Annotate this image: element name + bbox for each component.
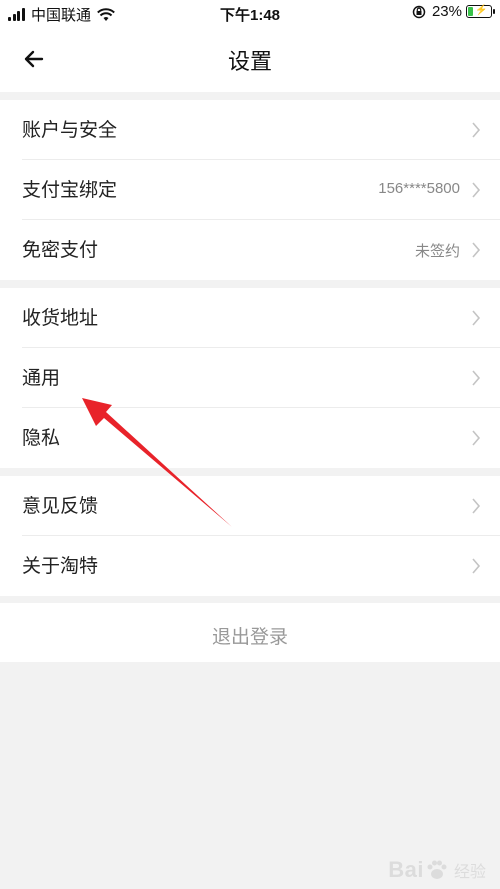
annotation-arrow-shape: [82, 398, 232, 527]
paw-icon: [427, 860, 447, 879]
annotation-arrow: [82, 398, 232, 527]
watermark-sub: 经验: [453, 862, 486, 881]
watermark-text: Bai: [388, 857, 424, 882]
baidu-jingyan-watermark: Bai 经验: [388, 857, 486, 883]
